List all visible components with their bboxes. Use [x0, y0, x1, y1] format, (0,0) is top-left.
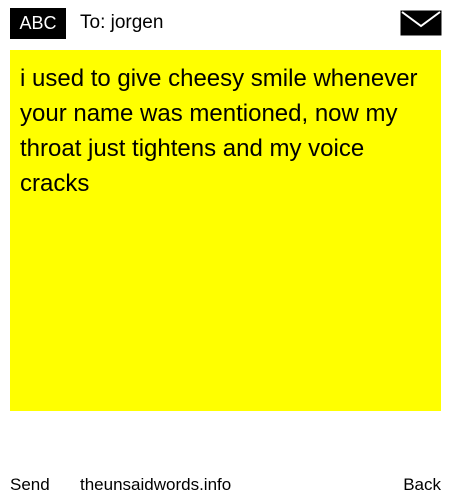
softkey-bar: Send theunsaidwords.info Back: [0, 472, 450, 498]
send-button[interactable]: Send: [10, 472, 50, 498]
recipient-label: To: jorgen: [80, 12, 164, 33]
site-link[interactable]: theunsaidwords.info: [80, 472, 231, 498]
back-button[interactable]: Back: [403, 472, 441, 498]
message-text: i used to give cheesy smile whenever you…: [20, 65, 418, 197]
input-mode-badge: ABC: [10, 8, 66, 39]
envelope-icon: [400, 10, 442, 36]
message-body[interactable]: i used to give cheesy smile whenever you…: [10, 50, 441, 411]
